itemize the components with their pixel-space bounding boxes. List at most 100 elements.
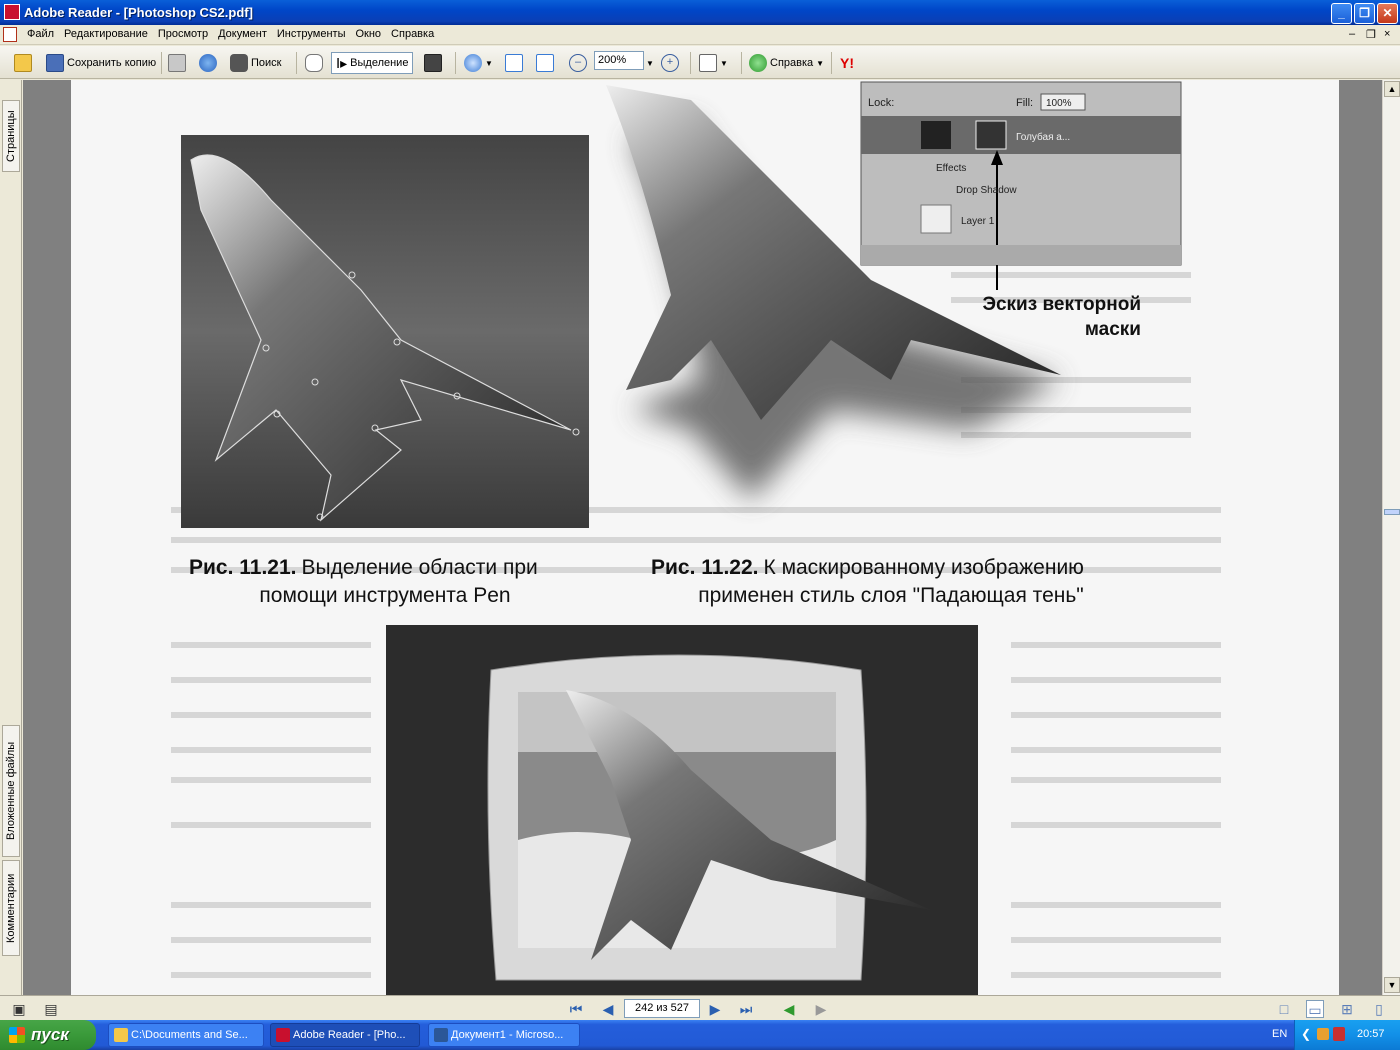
vertical-scrollbar[interactable]: ▲ ▼: [1382, 80, 1400, 995]
task-explorer-label: C:\Documents and Se...: [131, 1029, 248, 1041]
doc-minimize-button[interactable]: –: [1349, 28, 1355, 40]
tab-comments[interactable]: Комментарии: [2, 860, 20, 956]
doc-close-button[interactable]: ×: [1384, 28, 1390, 40]
menu-document[interactable]: Документ: [213, 28, 272, 40]
facing-pages-icon[interactable]: ⊞: [1338, 1000, 1356, 1018]
task-adobe-reader[interactable]: Adobe Reader - [Pho...: [270, 1023, 420, 1047]
caption-right-number: Рис. 11.22.: [651, 556, 759, 579]
task-word[interactable]: Документ1 - Microso...: [428, 1023, 580, 1047]
zoom-input[interactable]: 200%: [594, 51, 644, 70]
binoculars-icon: [230, 54, 248, 72]
next-page-icon[interactable]: ▶: [706, 1000, 724, 1018]
caption-right-line1: Рис. 11.22. К маскированному изображению: [651, 556, 1084, 579]
single-page-icon[interactable]: □: [1275, 1000, 1293, 1018]
doc-restore-button[interactable]: ❐: [1366, 28, 1376, 41]
caption-left-text1: Выделение области при: [302, 556, 538, 579]
layers-panel-image: [860, 81, 1182, 290]
hand-tool-icon[interactable]: [305, 54, 323, 72]
figure-11-21: [181, 135, 589, 528]
adobe-reader-icon: [4, 4, 20, 20]
annotation-line1: Эскиз векторной: [982, 294, 1141, 315]
tray-app-icon[interactable]: [1317, 1028, 1329, 1040]
tray-expand-icon[interactable]: ❮: [1301, 1027, 1311, 1041]
caption-left-line2: помощи инструмента Pen: [259, 584, 510, 607]
menu-view[interactable]: Просмотр: [153, 28, 213, 40]
yahoo-toolbar-icon[interactable]: Y!: [840, 55, 854, 71]
previous-page-icon[interactable]: ◀: [599, 1000, 617, 1018]
scroll-up-arrow-icon[interactable]: ▲: [1384, 81, 1400, 97]
scroll-down-arrow-icon[interactable]: ▼: [1384, 977, 1400, 993]
navigation-panel: Страницы Вложенные файлы Комментарии: [0, 80, 22, 995]
email-icon[interactable]: [199, 54, 217, 72]
menu-file[interactable]: Файл: [22, 28, 59, 40]
start-button[interactable]: пуск: [0, 1020, 96, 1050]
fill-value: 100%: [1046, 98, 1072, 109]
security-shield-icon[interactable]: [1333, 1027, 1345, 1041]
start-label: пуск: [31, 1025, 69, 1044]
system-tray: ❮ 20:57: [1294, 1020, 1400, 1050]
lock-label: Lock:: [868, 97, 894, 109]
continuous-page-icon[interactable]: ▭: [1306, 1000, 1324, 1018]
minimize-button[interactable]: _: [1331, 3, 1352, 24]
save-copy-label: Сохранить копию: [67, 57, 157, 69]
page-layout-icon[interactable]: [699, 54, 717, 72]
first-page-icon[interactable]: ⏮: [567, 1000, 585, 1018]
continuous-facing-icon[interactable]: ▯: [1370, 1000, 1388, 1018]
print-icon[interactable]: [168, 54, 186, 72]
drop-shadow-label: Drop Shadow: [956, 185, 1017, 196]
caption-right-text1: К маскированному изображению: [764, 556, 1084, 579]
go-back-icon[interactable]: ◀: [780, 1000, 798, 1018]
select-tool-button[interactable]: Ⅰ▸ Выделение: [331, 52, 414, 74]
chevron-down-icon[interactable]: ▼: [720, 59, 728, 68]
effects-label: Effects: [936, 163, 966, 174]
zoom-in-tool-icon[interactable]: [464, 54, 482, 72]
help-icon: [749, 54, 767, 72]
menu-window[interactable]: Окно: [350, 28, 386, 40]
folder-icon: [114, 1028, 128, 1042]
text-cursor-icon: Ⅰ▸: [336, 54, 348, 71]
search-label: Поиск: [251, 57, 282, 69]
language-indicator[interactable]: EN: [1272, 1028, 1287, 1040]
floppy-icon: [46, 54, 64, 72]
menu-tools[interactable]: Инструменты: [272, 28, 351, 40]
save-copy-button[interactable]: Сохранить копию: [46, 52, 156, 74]
zoom-dropdown-icon[interactable]: ▼: [646, 59, 654, 68]
search-button[interactable]: Поиск: [230, 52, 281, 74]
toolbar: Сохранить копию Поиск Ⅰ▸ Выделение ▼ – ▼…: [0, 46, 1400, 79]
task-adobe-reader-label: Adobe Reader - [Pho...: [293, 1029, 406, 1041]
tab-attachments[interactable]: Вложенные файлы: [2, 725, 20, 857]
page-thumb-icon[interactable]: ▤: [42, 1000, 60, 1018]
chevron-down-icon[interactable]: ▼: [485, 59, 493, 68]
fit-page-icon[interactable]: [505, 54, 523, 72]
page-artwork: Lock: Fill: 100% Голубая а... Effects Dr…: [171, 81, 1221, 995]
close-button[interactable]: ✕: [1377, 3, 1398, 24]
last-page-icon[interactable]: ⏭: [737, 1000, 755, 1018]
word-icon: [434, 1028, 448, 1042]
tab-pages[interactable]: Страницы: [2, 100, 20, 172]
zoom-in-icon[interactable]: +: [661, 54, 679, 72]
layer1-label: Layer 1: [961, 216, 995, 227]
menu-edit[interactable]: Редактирование: [59, 28, 153, 40]
maximize-button[interactable]: ❐: [1354, 3, 1375, 24]
snapshot-camera-icon[interactable]: [424, 54, 442, 72]
caption-right-line2: применен стиль слоя "Падающая тень": [698, 584, 1084, 607]
title-bar: Adobe Reader - [Photoshop CS2.pdf] _ ❐ ✕: [0, 0, 1400, 25]
screen-mode-icon[interactable]: ▣: [10, 1000, 28, 1018]
page-number-input[interactable]: 242 из 527: [624, 999, 700, 1018]
menu-help[interactable]: Справка: [386, 28, 439, 40]
help-button[interactable]: Справка ▼: [749, 52, 824, 74]
layer-name: Голубая а...: [1016, 131, 1070, 143]
caption-left-line1: Рис. 11.21. Выделение области при: [189, 556, 538, 579]
open-folder-icon[interactable]: [14, 54, 32, 72]
windows-logo-icon: [9, 1027, 25, 1043]
task-explorer[interactable]: C:\Documents and Se...: [108, 1023, 264, 1047]
fit-width-icon[interactable]: [536, 54, 554, 72]
go-forward-icon[interactable]: ▶: [812, 1000, 830, 1018]
document-icon[interactable]: [3, 27, 17, 42]
document-viewport[interactable]: Lock: Fill: 100% Голубая а... Effects Dr…: [23, 80, 1382, 995]
zoom-out-icon[interactable]: –: [569, 54, 587, 72]
scrollbar-thumb[interactable]: [1384, 509, 1400, 515]
window-title: Adobe Reader - [Photoshop CS2.pdf]: [24, 5, 253, 20]
taskbar: пуск C:\Documents and Se... Adobe Reader…: [0, 1020, 1400, 1050]
clock[interactable]: 20:57: [1357, 1028, 1385, 1040]
